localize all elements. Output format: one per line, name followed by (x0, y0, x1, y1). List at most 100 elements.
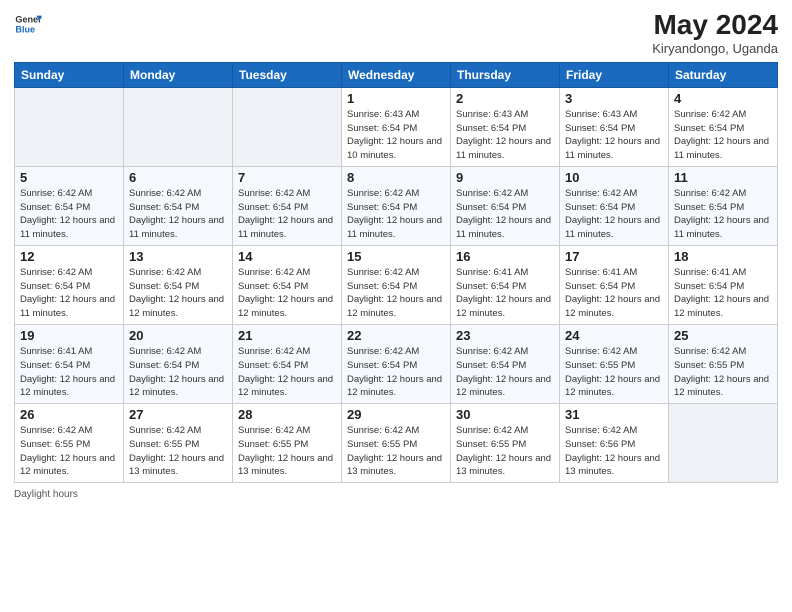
day-cell (669, 404, 778, 483)
day-number: 25 (674, 328, 772, 343)
day-info: Sunrise: 6:42 AM Sunset: 6:54 PM Dayligh… (238, 187, 336, 242)
day-number: 10 (565, 170, 663, 185)
day-info: Sunrise: 6:42 AM Sunset: 6:54 PM Dayligh… (20, 187, 118, 242)
day-number: 29 (347, 407, 445, 422)
day-number: 11 (674, 170, 772, 185)
column-header-wednesday: Wednesday (342, 62, 451, 87)
day-number: 14 (238, 249, 336, 264)
header: General Blue May 2024 Kiryandongo, Ugand… (14, 10, 778, 56)
column-header-tuesday: Tuesday (233, 62, 342, 87)
day-info: Sunrise: 6:42 AM Sunset: 6:55 PM Dayligh… (238, 424, 336, 479)
logo-icon: General Blue (14, 10, 42, 38)
day-number: 24 (565, 328, 663, 343)
day-info: Sunrise: 6:42 AM Sunset: 6:54 PM Dayligh… (238, 266, 336, 321)
day-info: Sunrise: 6:42 AM Sunset: 6:54 PM Dayligh… (565, 187, 663, 242)
day-number: 4 (674, 91, 772, 106)
day-cell: 3Sunrise: 6:43 AM Sunset: 6:54 PM Daylig… (560, 87, 669, 166)
day-cell: 19 Sunrise: 6:41 AM Sunset: 6:54 PM Dayli… (15, 324, 124, 403)
day-info: Sunrise: 6:42 AM Sunset: 6:54 PM Dayligh… (456, 345, 554, 400)
day-info: Sunrise: 6:43 AM Sunset: 6:54 PM Dayligh… (565, 108, 663, 163)
day-number: 15 (347, 249, 445, 264)
day-cell: 29 Sunrise: 6:42 AM Sunset: 6:55 PM Dayli… (342, 404, 451, 483)
day-cell: 27 Sunrise: 6:42 AM Sunset: 6:55 PM Dayli… (124, 404, 233, 483)
day-number: 27 (129, 407, 227, 422)
day-cell: 11 Sunrise: 6:42 AM Sunset: 6:54 PM Dayli… (669, 166, 778, 245)
logo: General Blue (14, 10, 42, 38)
day-number: 1 (347, 91, 445, 106)
day-cell (15, 87, 124, 166)
column-header-thursday: Thursday (451, 62, 560, 87)
day-cell: 13Sunrise: 6:42 AM Sunset: 6:54 PM Dayli… (124, 245, 233, 324)
week-row-1: 1 Sunrise: 6:43 AM Sunset: 6:54 PM Daylig… (15, 87, 778, 166)
day-info: Sunrise: 6:41 AM Sunset: 6:54 PM Dayligh… (20, 345, 118, 400)
day-number: 16 (456, 249, 554, 264)
day-info: Sunrise: 6:42 AM Sunset: 6:54 PM Dayligh… (674, 187, 772, 242)
week-row-2: 5Sunrise: 6:42 AM Sunset: 6:54 PM Daylig… (15, 166, 778, 245)
day-number: 23 (456, 328, 554, 343)
day-info: Sunrise: 6:42 AM Sunset: 6:54 PM Dayligh… (129, 187, 227, 242)
day-number: 28 (238, 407, 336, 422)
day-cell: 1 Sunrise: 6:43 AM Sunset: 6:54 PM Daylig… (342, 87, 451, 166)
day-cell: 28 Sunrise: 6:42 AM Sunset: 6:55 PM Dayli… (233, 404, 342, 483)
day-cell: 15 Sunrise: 6:42 AM Sunset: 6:54 PM Dayli… (342, 245, 451, 324)
footer: Daylight hours (14, 489, 778, 500)
day-cell: 12 Sunrise: 6:42 AM Sunset: 6:54 PM Dayli… (15, 245, 124, 324)
day-info: Sunrise: 6:43 AM Sunset: 6:54 PM Dayligh… (456, 108, 554, 163)
day-info: Sunrise: 6:41 AM Sunset: 6:54 PM Dayligh… (456, 266, 554, 321)
week-row-5: 26 Sunrise: 6:42 AM Sunset: 6:55 PM Dayli… (15, 404, 778, 483)
day-info: Sunrise: 6:42 AM Sunset: 6:54 PM Dayligh… (20, 266, 118, 321)
day-info: Sunrise: 6:41 AM Sunset: 6:54 PM Dayligh… (674, 266, 772, 321)
day-cell: 25 Sunrise: 6:42 AM Sunset: 6:55 PM Dayli… (669, 324, 778, 403)
day-info: Sunrise: 6:42 AM Sunset: 6:55 PM Dayligh… (565, 345, 663, 400)
day-cell: 24 Sunrise: 6:42 AM Sunset: 6:55 PM Dayli… (560, 324, 669, 403)
day-info: Sunrise: 6:42 AM Sunset: 6:55 PM Dayligh… (20, 424, 118, 479)
column-header-friday: Friday (560, 62, 669, 87)
day-number: 7 (238, 170, 336, 185)
day-info: Sunrise: 6:42 AM Sunset: 6:54 PM Dayligh… (238, 345, 336, 400)
day-info: Sunrise: 6:42 AM Sunset: 6:55 PM Dayligh… (674, 345, 772, 400)
day-number: 20 (129, 328, 227, 343)
day-info: Sunrise: 6:42 AM Sunset: 6:54 PM Dayligh… (129, 345, 227, 400)
day-cell: 26 Sunrise: 6:42 AM Sunset: 6:55 PM Dayli… (15, 404, 124, 483)
day-number: 21 (238, 328, 336, 343)
day-cell: 30 Sunrise: 6:42 AM Sunset: 6:55 PM Dayli… (451, 404, 560, 483)
day-info: Sunrise: 6:42 AM Sunset: 6:54 PM Dayligh… (674, 108, 772, 163)
day-cell: 8Sunrise: 6:42 AM Sunset: 6:54 PM Daylig… (342, 166, 451, 245)
day-cell: 2 Sunrise: 6:43 AM Sunset: 6:54 PM Daylig… (451, 87, 560, 166)
day-cell: 9Sunrise: 6:42 AM Sunset: 6:54 PM Daylig… (451, 166, 560, 245)
calendar-table: SundayMondayTuesdayWednesdayThursdayFrid… (14, 62, 778, 483)
day-number: 31 (565, 407, 663, 422)
day-cell: 14 Sunrise: 6:42 AM Sunset: 6:54 PM Dayli… (233, 245, 342, 324)
day-info: Sunrise: 6:43 AM Sunset: 6:54 PM Dayligh… (347, 108, 445, 163)
day-number: 30 (456, 407, 554, 422)
day-info: Sunrise: 6:42 AM Sunset: 6:56 PM Dayligh… (565, 424, 663, 479)
day-info: Sunrise: 6:42 AM Sunset: 6:54 PM Dayligh… (456, 187, 554, 242)
day-number: 2 (456, 91, 554, 106)
day-number: 12 (20, 249, 118, 264)
day-cell: 31 Sunrise: 6:42 AM Sunset: 6:56 PM Dayli… (560, 404, 669, 483)
day-number: 22 (347, 328, 445, 343)
day-info: Sunrise: 6:42 AM Sunset: 6:55 PM Dayligh… (129, 424, 227, 479)
day-cell: 7 Sunrise: 6:42 AM Sunset: 6:54 PM Daylig… (233, 166, 342, 245)
day-cell: 17Sunrise: 6:41 AM Sunset: 6:54 PM Dayli… (560, 245, 669, 324)
week-row-3: 12 Sunrise: 6:42 AM Sunset: 6:54 PM Dayli… (15, 245, 778, 324)
title-block: May 2024 Kiryandongo, Uganda (652, 10, 778, 56)
day-cell: 21 Sunrise: 6:42 AM Sunset: 6:54 PM Dayli… (233, 324, 342, 403)
column-header-sunday: Sunday (15, 62, 124, 87)
day-cell (233, 87, 342, 166)
day-number: 6 (129, 170, 227, 185)
day-number: 13 (129, 249, 227, 264)
column-header-monday: Monday (124, 62, 233, 87)
day-info: Sunrise: 6:41 AM Sunset: 6:54 PM Dayligh… (565, 266, 663, 321)
day-info: Sunrise: 6:42 AM Sunset: 6:55 PM Dayligh… (456, 424, 554, 479)
day-info: Sunrise: 6:42 AM Sunset: 6:54 PM Dayligh… (347, 266, 445, 321)
day-number: 19 (20, 328, 118, 343)
day-cell: 6 Sunrise: 6:42 AM Sunset: 6:54 PM Daylig… (124, 166, 233, 245)
day-info: Sunrise: 6:42 AM Sunset: 6:54 PM Dayligh… (347, 345, 445, 400)
day-cell: 5Sunrise: 6:42 AM Sunset: 6:54 PM Daylig… (15, 166, 124, 245)
day-info: Sunrise: 6:42 AM Sunset: 6:55 PM Dayligh… (347, 424, 445, 479)
day-cell: 4 Sunrise: 6:42 AM Sunset: 6:54 PM Daylig… (669, 87, 778, 166)
day-number: 8 (347, 170, 445, 185)
day-number: 26 (20, 407, 118, 422)
day-cell (124, 87, 233, 166)
